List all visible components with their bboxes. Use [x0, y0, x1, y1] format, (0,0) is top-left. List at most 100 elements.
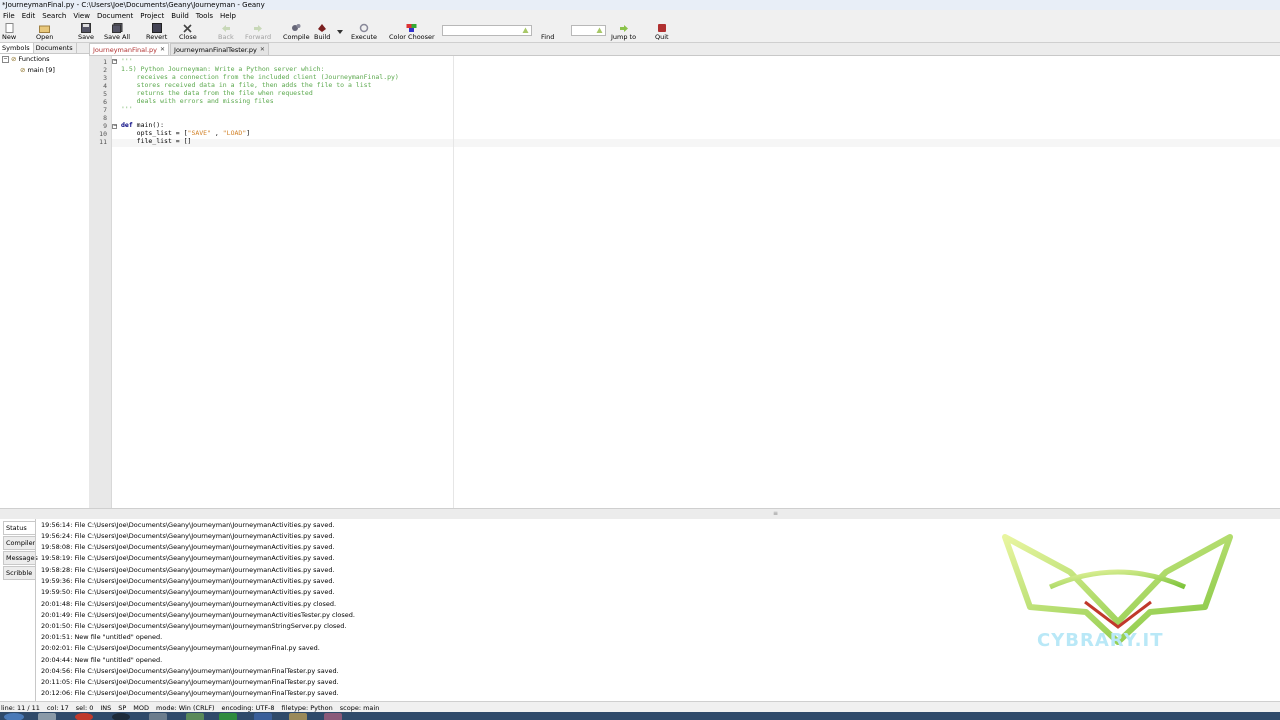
- line-number: 4: [103, 82, 107, 90]
- search-input[interactable]: [442, 25, 532, 36]
- save-all-button[interactable]: Save All: [104, 23, 130, 41]
- current-line-highlight: [112, 139, 1280, 147]
- status-mod: MOD: [133, 703, 150, 712]
- status-encoding: encoding: UTF-8: [221, 703, 275, 712]
- geany-icon[interactable]: [324, 713, 342, 720]
- clear-search-icon: [522, 27, 529, 33]
- code-line: 1.5) Python Journeyman: Write a Python s…: [121, 65, 325, 73]
- log-line: 19:56:24: File C:\Users\Joe\Documents\Ge…: [41, 532, 335, 540]
- menu-search[interactable]: Search: [42, 12, 66, 20]
- execute-button[interactable]: Execute: [351, 23, 377, 41]
- quit-icon: [656, 23, 668, 33]
- palette-icon: [406, 23, 418, 33]
- quit-button[interactable]: Quit: [655, 23, 669, 41]
- tab-journeymanfinaltester[interactable]: JourneymanFinalTester.py ✕: [170, 43, 269, 55]
- menu-project[interactable]: Project: [140, 12, 164, 20]
- code-line: file_list = []: [121, 137, 192, 145]
- tree-group-functions[interactable]: − ⊘ Functions: [0, 54, 89, 65]
- find-icon: [542, 23, 554, 33]
- menu-view[interactable]: View: [73, 12, 90, 20]
- build-button[interactable]: Build: [314, 23, 330, 41]
- menu-document[interactable]: Document: [97, 12, 133, 20]
- status-mode: mode: Win (CRLF): [156, 703, 215, 712]
- close-tab-icon[interactable]: ✕: [260, 46, 265, 53]
- close-tab-icon[interactable]: ✕: [160, 46, 165, 53]
- code-line: receives a connection from the included …: [121, 73, 399, 81]
- line-number-gutter: 1 2 3 4 5 6 7 8 9 10 11: [89, 56, 112, 508]
- log-line: 19:58:28: File C:\Users\Joe\Documents\Ge…: [41, 566, 335, 574]
- status-col: col: 17: [46, 703, 69, 712]
- menu-file[interactable]: File: [3, 12, 15, 20]
- chrome-icon[interactable]: [75, 713, 93, 720]
- code-line-def: def main():: [121, 121, 164, 129]
- taskbar-app-icon[interactable]: [289, 713, 307, 720]
- word-icon[interactable]: [254, 713, 272, 720]
- editor-tabs: JourneymanFinal.py ✕ JourneymanFinalTest…: [89, 43, 1280, 56]
- compile-button[interactable]: Compile: [283, 23, 310, 41]
- tab-status[interactable]: Status: [3, 521, 35, 535]
- code-text-segment: opts_list = [: [121, 129, 188, 137]
- line-number: 6: [103, 98, 107, 106]
- status-filetype: filetype: Python: [281, 703, 333, 712]
- tab-compiler[interactable]: Compiler: [3, 536, 35, 550]
- color-chooser-button[interactable]: Color Chooser: [389, 23, 435, 41]
- fold-marker-icon[interactable]: −: [112, 124, 117, 129]
- line-number: 10: [99, 130, 107, 138]
- tab-journeymanfinal[interactable]: JourneymanFinal.py ✕: [89, 43, 170, 55]
- menu-tools[interactable]: Tools: [196, 12, 213, 20]
- symbol-tree: − ⊘ Functions ⊘ main [9]: [0, 54, 89, 76]
- code-line: ''': [121, 57, 133, 65]
- new-file-icon: [3, 23, 15, 33]
- line-number: 1: [103, 58, 107, 66]
- close-icon: [182, 23, 194, 33]
- log-line: 19:58:08: File C:\Users\Joe\Documents\Ge…: [41, 543, 335, 551]
- close-button[interactable]: Close: [179, 23, 197, 41]
- menu-edit[interactable]: Edit: [22, 12, 36, 20]
- forward-button[interactable]: Forward: [245, 23, 271, 41]
- tab-messages[interactable]: Messages: [3, 551, 38, 565]
- sidebar: Symbols Documents − ⊘ Functions ⊘ main […: [0, 43, 90, 510]
- collapse-icon[interactable]: −: [2, 56, 9, 63]
- code-text: ''' 1.5) Python Journeyman: Write a Pyth…: [121, 56, 399, 160]
- tab-documents[interactable]: Documents: [34, 43, 77, 53]
- sidebar-tabs: Symbols Documents: [0, 43, 89, 54]
- start-button[interactable]: [4, 713, 24, 720]
- taskbar-app-icon[interactable]: [186, 713, 204, 720]
- arrow-right-icon: [252, 23, 264, 33]
- new-button[interactable]: New: [2, 23, 16, 41]
- log-line: 19:56:14: File C:\Users\Joe\Documents\Ge…: [41, 521, 335, 529]
- jump-icon: [618, 23, 630, 33]
- status-sp: SP: [118, 703, 127, 712]
- code-text-segment: ,: [211, 129, 223, 137]
- build-dropdown[interactable]: [334, 27, 346, 37]
- tree-group-label: Functions: [18, 55, 50, 63]
- execute-gear-icon: [358, 23, 370, 33]
- log-line: 20:04:44: New file "untitled" opened.: [41, 656, 163, 664]
- save-icon: [80, 23, 92, 33]
- tab-symbols[interactable]: Symbols: [0, 43, 34, 53]
- tree-item-main[interactable]: ⊘ main [9]: [0, 65, 89, 76]
- revert-button[interactable]: Revert: [146, 23, 167, 41]
- log-line: 20:01:50: File C:\Users\Joe\Documents\Ge…: [41, 622, 347, 630]
- log-line: 19:59:50: File C:\Users\Joe\Documents\Ge…: [41, 588, 335, 596]
- code-line: returns the data from the file when requ…: [121, 89, 313, 97]
- excel-icon[interactable]: [219, 713, 237, 720]
- taskbar-app-icon[interactable]: [38, 713, 56, 720]
- jump-to-button[interactable]: Jump to: [611, 23, 636, 41]
- open-button[interactable]: Open: [36, 23, 53, 41]
- menu-build[interactable]: Build: [171, 12, 189, 20]
- taskbar-app-icon[interactable]: [149, 713, 167, 720]
- tab-scribble[interactable]: Scribble: [3, 566, 35, 580]
- line-number: 11: [99, 138, 107, 146]
- code-editor[interactable]: 1 2 3 4 5 6 7 8 9 10 11 − − ''' 1.5) Pyt…: [89, 56, 1280, 508]
- splitter-grip-icon[interactable]: ≡: [773, 510, 778, 517]
- menu-help[interactable]: Help: [220, 12, 236, 20]
- taskbar: [0, 712, 1280, 720]
- goto-line-input[interactable]: [571, 25, 606, 36]
- line-number: 8: [103, 114, 107, 122]
- save-button[interactable]: Save: [78, 23, 94, 41]
- find-button[interactable]: Find: [541, 23, 554, 41]
- back-button[interactable]: Back: [218, 23, 234, 41]
- fold-marker-icon[interactable]: −: [112, 59, 117, 64]
- taskbar-app-icon[interactable]: [112, 713, 130, 720]
